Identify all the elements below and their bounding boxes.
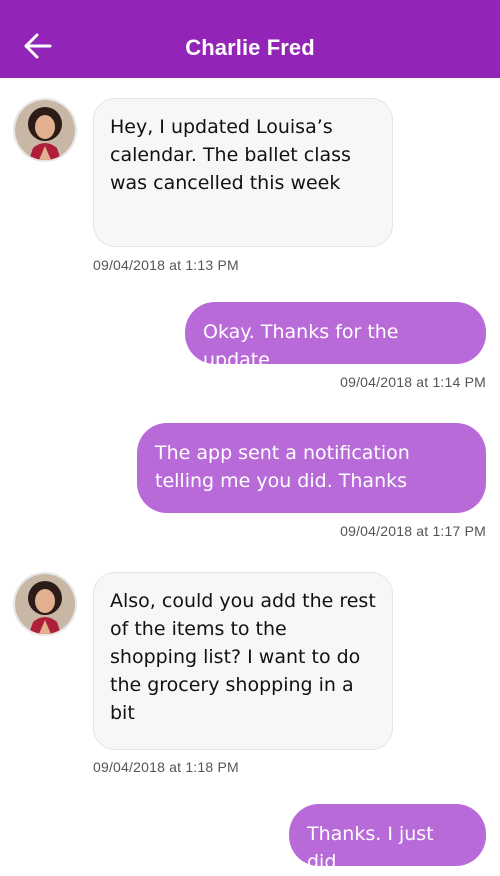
message-text: Thanks. I just did [307,823,434,873]
chat-screen: Charlie Fred Hey, I updated Louisa’s cal… [0,0,500,873]
message-timestamp: 09/04/2018 at 1:17 PM [340,523,486,539]
message-thread[interactable]: Hey, I updated Louisa’s calendar. The ba… [0,78,500,873]
contact-avatar[interactable] [13,572,77,636]
message-text: The app sent a notification telling me y… [155,442,410,492]
message-timestamp: 09/04/2018 at 1:14 PM [340,374,486,390]
message-text: Also, could you add the rest of the item… [110,590,376,724]
message-timestamp: 09/04/2018 at 1:18 PM [93,759,239,775]
message-bubble-outgoing[interactable]: Okay. Thanks for the update [185,302,486,371]
message-text: Okay. Thanks for the update [203,321,399,371]
conversation-title: Charlie Fred [185,35,315,60]
message-bubble-incoming[interactable]: Hey, I updated Louisa’s calendar. The ba… [93,98,393,247]
contact-avatar[interactable] [13,98,77,162]
top-app-bar: Charlie Fred [0,0,500,78]
message-text: Hey, I updated Louisa’s calendar. The ba… [110,116,351,194]
message-bubble-outgoing[interactable]: The app sent a notification telling me y… [137,423,486,513]
message-bubble-outgoing[interactable]: Thanks. I just did [289,804,486,873]
message-timestamp: 09/04/2018 at 1:13 PM [93,257,239,273]
message-bubble-incoming[interactable]: Also, could you add the rest of the item… [93,572,393,750]
